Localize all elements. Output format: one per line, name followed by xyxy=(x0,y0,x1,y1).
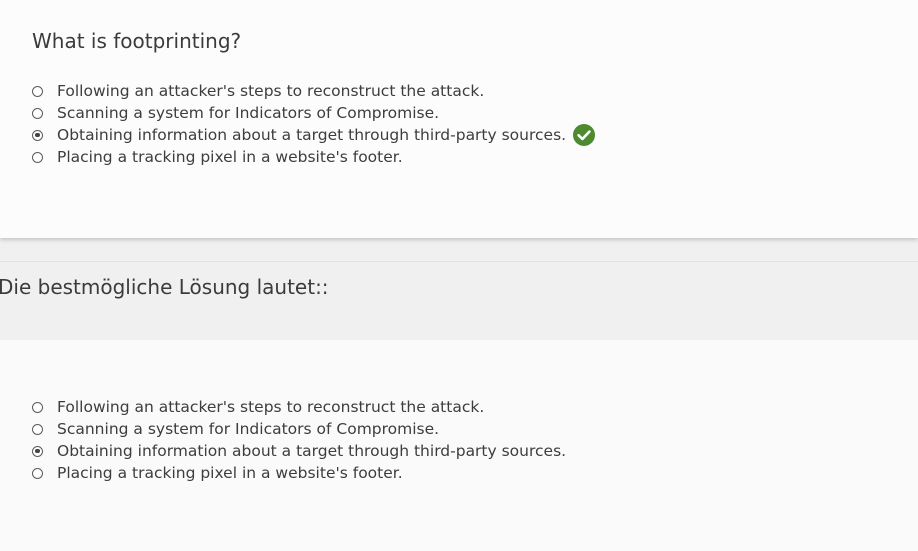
question-card: What is footprinting? Following an attac… xyxy=(0,0,918,238)
radio-button xyxy=(32,423,43,435)
answer-option-label: Following an attacker's steps to reconst… xyxy=(57,82,485,100)
solution-option-label: Scanning a system for Indicators of Comp… xyxy=(57,420,440,438)
solution-header: Die bestmögliche Lösung lautet:: xyxy=(0,262,918,340)
answer-option[interactable]: Placing a tracking pixel in a website's … xyxy=(32,146,912,168)
solution-option: Placing a tracking pixel in a website's … xyxy=(32,462,912,484)
solution-options: Following an attacker's steps to reconst… xyxy=(32,396,912,484)
solution-option-label: Following an attacker's steps to reconst… xyxy=(57,398,485,416)
radio-button[interactable] xyxy=(32,151,43,163)
question-title: What is footprinting? xyxy=(32,29,242,53)
solution-title: Die bestmögliche Lösung lautet:: xyxy=(0,275,329,299)
solution-option: Obtaining information about a target thr… xyxy=(32,440,912,462)
answer-option[interactable]: Following an attacker's steps to reconst… xyxy=(32,80,912,102)
radio-button-selected xyxy=(32,445,43,457)
checkmark-circle-icon xyxy=(573,124,596,146)
answer-option-label: Scanning a system for Indicators of Comp… xyxy=(57,104,440,122)
radio-button-selected[interactable] xyxy=(32,129,43,141)
answer-options: Following an attacker's steps to reconst… xyxy=(32,80,912,168)
solution-option-label: Obtaining information about a target thr… xyxy=(57,442,567,460)
solution-option: Scanning a system for Indicators of Comp… xyxy=(32,418,912,440)
answer-option-label: Placing a tracking pixel in a website's … xyxy=(57,148,403,166)
radio-button xyxy=(32,401,43,413)
radio-button[interactable] xyxy=(32,85,43,97)
answer-option[interactable]: Obtaining information about a target thr… xyxy=(32,124,912,146)
radio-button xyxy=(32,467,43,479)
radio-button[interactable] xyxy=(32,107,43,119)
solution-option: Following an attacker's steps to reconst… xyxy=(32,396,912,418)
answer-option-label: Obtaining information about a target thr… xyxy=(57,126,567,144)
answer-option[interactable]: Scanning a system for Indicators of Comp… xyxy=(32,102,912,124)
solution-option-label: Placing a tracking pixel in a website's … xyxy=(57,464,403,482)
